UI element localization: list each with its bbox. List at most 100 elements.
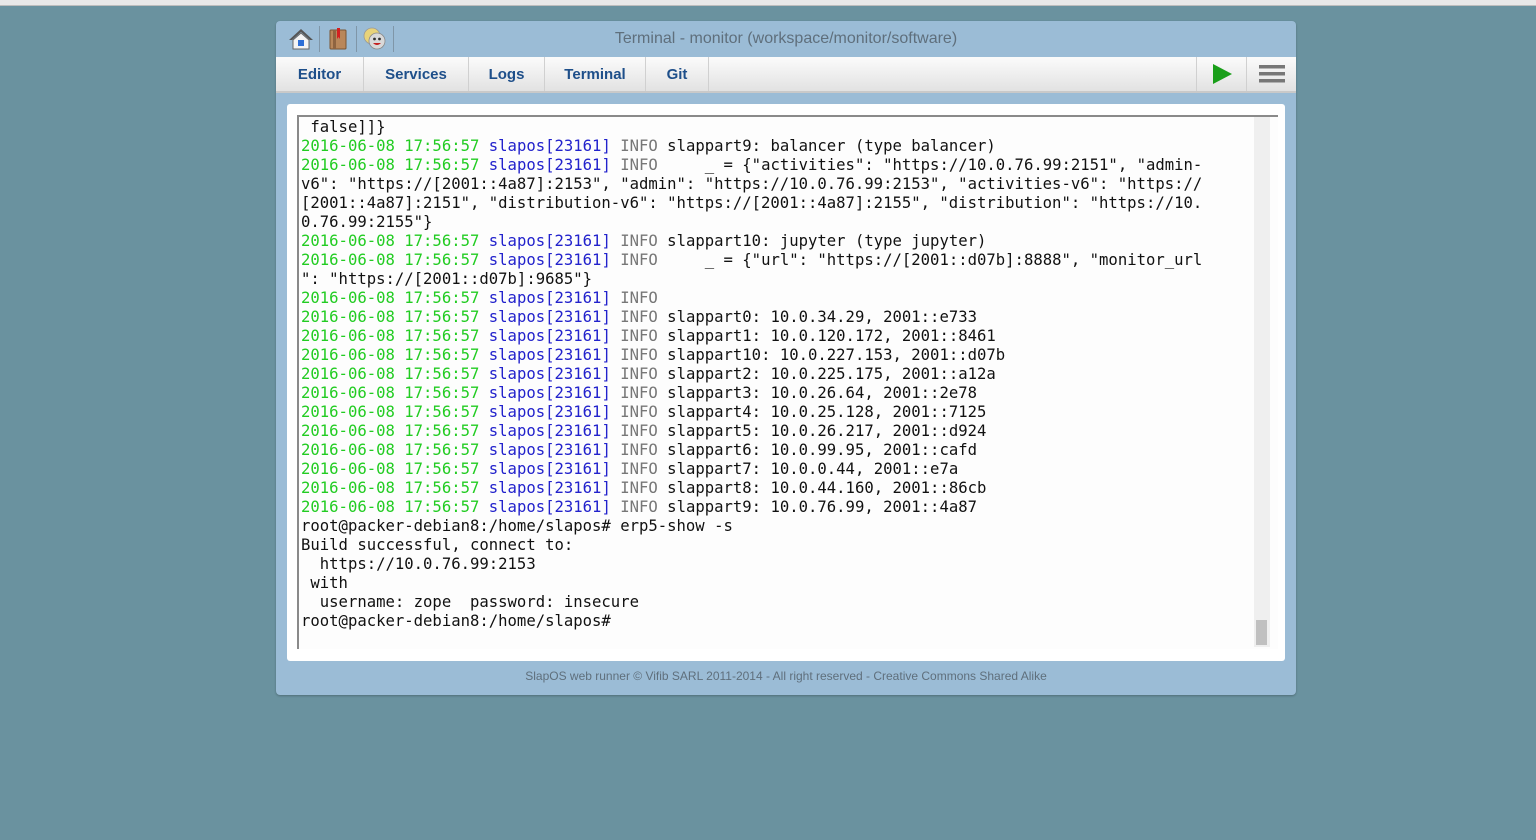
log-process: slapos[23161] [488,327,611,345]
terminal-line: 0.76.99:2155"} [301,213,433,231]
tab-editor[interactable]: Editor [276,57,364,91]
log-timestamp: 2016-06-08 17:56:57 [301,156,480,174]
terminal-line: 2016-06-08 17:56:57 slapos[23161] INFO s… [301,460,1241,479]
log-process: slapos[23161] [488,289,611,307]
log-process: slapos[23161] [488,365,611,383]
hamburger-menu-icon [1258,65,1285,83]
log-process: slapos[23161] [488,460,611,478]
run-button[interactable] [1196,57,1246,91]
terminal-line: 2016-06-08 17:56:57 slapos[23161] INFO s… [301,479,1241,498]
terminal-line: https://10.0.76.99:2153 [301,555,536,573]
log-process: slapos[23161] [488,422,611,440]
terminal-line: username: zope password: insecure [301,593,639,611]
log-level: INFO [620,422,658,440]
main-nav: Editor Services Logs Terminal Git [276,57,1296,93]
log-message: slappart2: 10.0.225.175, 2001::a12a [657,365,996,383]
terminal[interactable]: false]]} 2016-06-08 17:56:57 slapos[23161… [297,115,1278,649]
log-message: _ = {"url": "https://[2001::d07b]:8888",… [657,251,1203,269]
log-process: slapos[23161] [488,403,611,421]
log-level: INFO [620,384,658,402]
window-title: Terminal - monitor (workspace/monitor/so… [614,30,958,47]
terminal-line: 2016-06-08 17:56:57 slapos[23161] INFO s… [301,403,1241,422]
terminal-line: 2016-06-08 17:56:57 slapos[23161] INFO s… [301,232,1241,251]
log-process: slapos[23161] [488,346,611,364]
menu-button[interactable] [1246,57,1296,91]
terminal-line: 2016-06-08 17:56:57 slapos[23161] INFO s… [301,327,1241,346]
log-timestamp: 2016-06-08 17:56:57 [301,365,480,383]
terminal-line: 2016-06-08 17:56:57 slapos[23161] INFO s… [301,365,1241,384]
tab-git[interactable]: Git [646,57,709,91]
scrollbar-thumb[interactable] [1256,620,1267,645]
log-process: slapos[23161] [488,384,611,402]
terminal-line: root@packer-debian8:/home/slapos# erp5-s… [301,517,733,535]
terminal-line: 2016-06-08 17:56:57 slapos[23161] INFO s… [301,422,1241,441]
terminal-line: 2016-06-08 17:56:57 slapos[23161] INFO [301,289,1241,308]
log-message: slappart9: balancer (type balancer) [657,137,996,155]
log-message: slappart9: 10.0.76.99, 2001::4a87 [657,498,977,516]
tab-services[interactable]: Services [364,57,469,91]
tab-logs[interactable]: Logs [469,57,545,91]
log-level: INFO [620,137,658,155]
log-message: _ = {"activities": "https://10.0.76.99:2… [657,156,1203,174]
title-bar: Terminal - monitor (workspace/monitor/so… [276,21,1296,57]
terminal-line: 2016-06-08 17:56:57 slapos[23161] INFO _… [301,251,1241,270]
log-message: slappart4: 10.0.25.128, 2001::7125 [657,403,987,421]
log-timestamp: 2016-06-08 17:56:57 [301,327,480,345]
terminal-line: 2016-06-08 17:56:57 slapos[23161] INFO s… [301,308,1241,327]
log-level: INFO [620,441,658,459]
log-level: INFO [620,460,658,478]
log-timestamp: 2016-06-08 17:56:57 [301,251,480,269]
log-timestamp: 2016-06-08 17:56:57 [301,384,480,402]
terminal-scrollbar[interactable] [1254,117,1270,647]
log-timestamp: 2016-06-08 17:56:57 [301,289,480,307]
log-timestamp: 2016-06-08 17:56:57 [301,346,480,364]
log-message: slappart5: 10.0.26.217, 2001::d924 [657,422,987,440]
log-process: slapos[23161] [488,232,611,250]
terminal-line: false]]} [301,118,386,136]
tab-terminal[interactable]: Terminal [545,57,646,91]
log-level: INFO [620,346,658,364]
terminal-line: root@packer-debian8:/home/slapos# [301,612,621,630]
log-level: INFO [620,327,658,345]
log-level: INFO [620,479,658,497]
log-timestamp: 2016-06-08 17:56:57 [301,441,480,459]
log-level: INFO [620,365,658,383]
log-timestamp: 2016-06-08 17:56:57 [301,498,480,516]
log-process: slapos[23161] [488,137,611,155]
log-level: INFO [620,498,658,516]
log-process: slapos[23161] [488,156,611,174]
terminal-line: Build successful, connect to: [301,536,574,554]
terminal-line: 2016-06-08 17:56:57 slapos[23161] INFO s… [301,498,1241,517]
terminal-line: ": "https://[2001::d07b]:9685"} [301,270,593,288]
log-message: slappart0: 10.0.34.29, 2001::e733 [657,308,977,326]
log-timestamp: 2016-06-08 17:56:57 [301,232,480,250]
terminal-line: [2001::4a87]:2151", "distribution-v6": "… [301,194,1203,212]
log-process: slapos[23161] [488,441,611,459]
log-timestamp: 2016-06-08 17:56:57 [301,460,480,478]
log-message: slappart6: 10.0.99.95, 2001::cafd [657,441,977,459]
browser-top-strip [0,0,1536,6]
log-message: slappart3: 10.0.26.64, 2001::2e78 [657,384,977,402]
log-timestamp: 2016-06-08 17:56:57 [301,308,480,326]
log-timestamp: 2016-06-08 17:56:57 [301,137,480,155]
terminal-line: v6": "https://[2001::4a87]:2153", "admin… [301,175,1203,193]
log-level: INFO [620,308,658,326]
footer-copyright: SlapOS web runner © Vifib SARL 2011-2014… [525,669,1047,683]
log-message: slappart8: 10.0.44.160, 2001::86cb [657,479,987,497]
log-timestamp: 2016-06-08 17:56:57 [301,479,480,497]
log-process: slapos[23161] [488,251,611,269]
log-process: slapos[23161] [488,479,611,497]
terminal-line: 2016-06-08 17:56:57 slapos[23161] INFO s… [301,346,1241,365]
log-process: slapos[23161] [488,498,611,516]
log-level: INFO [620,403,658,421]
log-process: slapos[23161] [488,308,611,326]
terminal-line: 2016-06-08 17:56:57 slapos[23161] INFO s… [301,137,1241,156]
play-icon [1212,64,1232,84]
terminal-line: 2016-06-08 17:56:57 slapos[23161] INFO _… [301,156,1241,175]
log-message: slappart1: 10.0.120.172, 2001::8461 [657,327,996,345]
log-message: slappart10: 10.0.227.153, 2001::d07b [657,346,1006,364]
terminal-output: false]]} 2016-06-08 17:56:57 slapos[23161… [301,118,1241,631]
log-level: INFO [620,289,658,307]
log-message: slappart10: jupyter (type jupyter) [657,232,987,250]
